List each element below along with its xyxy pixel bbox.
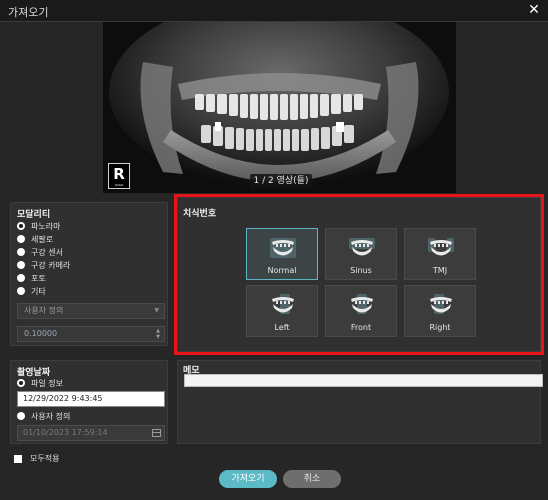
jaw-right-icon [430,294,452,314]
jaw-tmj-icon [428,238,454,256]
xray-preview[interactable]: R LOGO 1 / 2 영상(들) [103,22,456,193]
pixel-size-value: 0.10000 [24,329,58,338]
custom-date-value: 01/10/2023 17:59:14 [23,428,108,437]
tooth-number-title: 치식번호 [183,209,217,219]
modality-option-panorama[interactable]: 파노라마 [17,220,60,232]
tooth-button-sinus[interactable]: Sinus [325,228,397,280]
radio-icon [17,222,25,230]
apply-all-checkbox[interactable]: 모두적용 [14,453,59,464]
radio-icon [17,287,25,295]
memo-input[interactable] [184,374,543,387]
modality-select-value: 사용자 정의 [24,306,64,315]
radio-label: 사용자 정의 [31,411,71,421]
modality-option-ceph[interactable]: 세팔로 [17,233,53,245]
modality-option-other[interactable]: 기타 [17,285,46,297]
jaw-normal-icon [270,238,296,258]
chevron-down-icon: ▼ [154,307,159,314]
radio-icon [17,274,25,282]
jaw-sinus-icon [349,238,375,256]
panoramic-xray-image [103,22,456,193]
radio-icon [17,412,25,420]
tooth-button-label: Normal [267,266,297,275]
orientation-badge: R LOGO [108,163,130,189]
tooth-button-normal[interactable]: Normal [246,228,318,280]
import-button[interactable]: 가져오기 [219,470,277,488]
modality-panel: 모달리티 파노라마 세팔로 구강 센서 구강 카메라 포토 기타 사용자 정의 … [10,202,168,346]
tooth-button-label: Right [429,323,451,332]
tooth-button-right[interactable]: Right [404,285,476,337]
radio-icon [17,261,25,269]
jaw-left-icon [272,294,294,314]
tooth-button-label: Sinus [350,266,372,275]
cancel-button[interactable]: 취소 [283,470,341,488]
tooth-button-tmj[interactable]: TMJ [404,228,476,280]
radio-label: 세팔로 [31,234,54,244]
capture-date-panel: 촬영날짜 파일 정보 12/29/2022 9:43:45 사용자 정의 01/… [10,360,168,444]
image-counter: 1 / 2 영상(들) [250,174,312,189]
file-info-date-field[interactable]: 12/29/2022 9:43:45 [17,391,165,407]
calendar-icon[interactable] [152,429,161,437]
date-option-custom[interactable]: 사용자 정의 [17,410,70,422]
modality-title: 모달리티 [17,210,51,220]
apply-all-label: 모두적용 [30,454,60,463]
memo-panel: 메모 [177,360,543,444]
modality-option-sensor[interactable]: 구강 센서 [17,246,63,258]
radio-label: 구강 센서 [31,247,63,257]
radio-icon [17,235,25,243]
pixel-size-spinner[interactable]: 0.10000 ▲ ▼ [17,326,165,342]
tooth-button-label: TMJ [432,266,448,275]
checkbox-icon [14,454,22,463]
orientation-logo: LOGO [114,183,124,187]
date-option-file-info[interactable]: 파일 정보 [17,377,63,389]
modality-option-photo[interactable]: 포토 [17,272,46,284]
modality-select[interactable]: 사용자 정의 ▼ [17,303,165,319]
custom-date-field[interactable]: 01/10/2023 17:59:14 [17,425,165,441]
tooth-button-left[interactable]: Left [246,285,318,337]
radio-label: 파노라마 [31,221,61,231]
radio-label: 기타 [31,286,46,296]
jaw-front-icon [351,294,373,314]
radio-icon [17,248,25,256]
window-title: 가져오기 [8,6,49,19]
spinner-arrows-icon[interactable]: ▲ ▼ [156,328,160,340]
radio-label: 구강 카메라 [31,260,71,270]
title-bar: 가져오기 ✕ [0,0,548,22]
orientation-letter: R [113,165,125,183]
tooth-button-label: Front [350,323,372,332]
modality-option-camera[interactable]: 구강 카메라 [17,259,70,271]
radio-label: 포토 [31,273,46,283]
close-icon[interactable]: ✕ [526,2,542,18]
radio-icon [17,379,25,387]
tooth-button-front[interactable]: Front [325,285,397,337]
radio-label: 파일 정보 [31,378,63,388]
tooth-number-panel: 치식번호 Normal Sinus TMJ Left Front Right [177,197,541,352]
tooth-button-label: Left [274,323,290,332]
